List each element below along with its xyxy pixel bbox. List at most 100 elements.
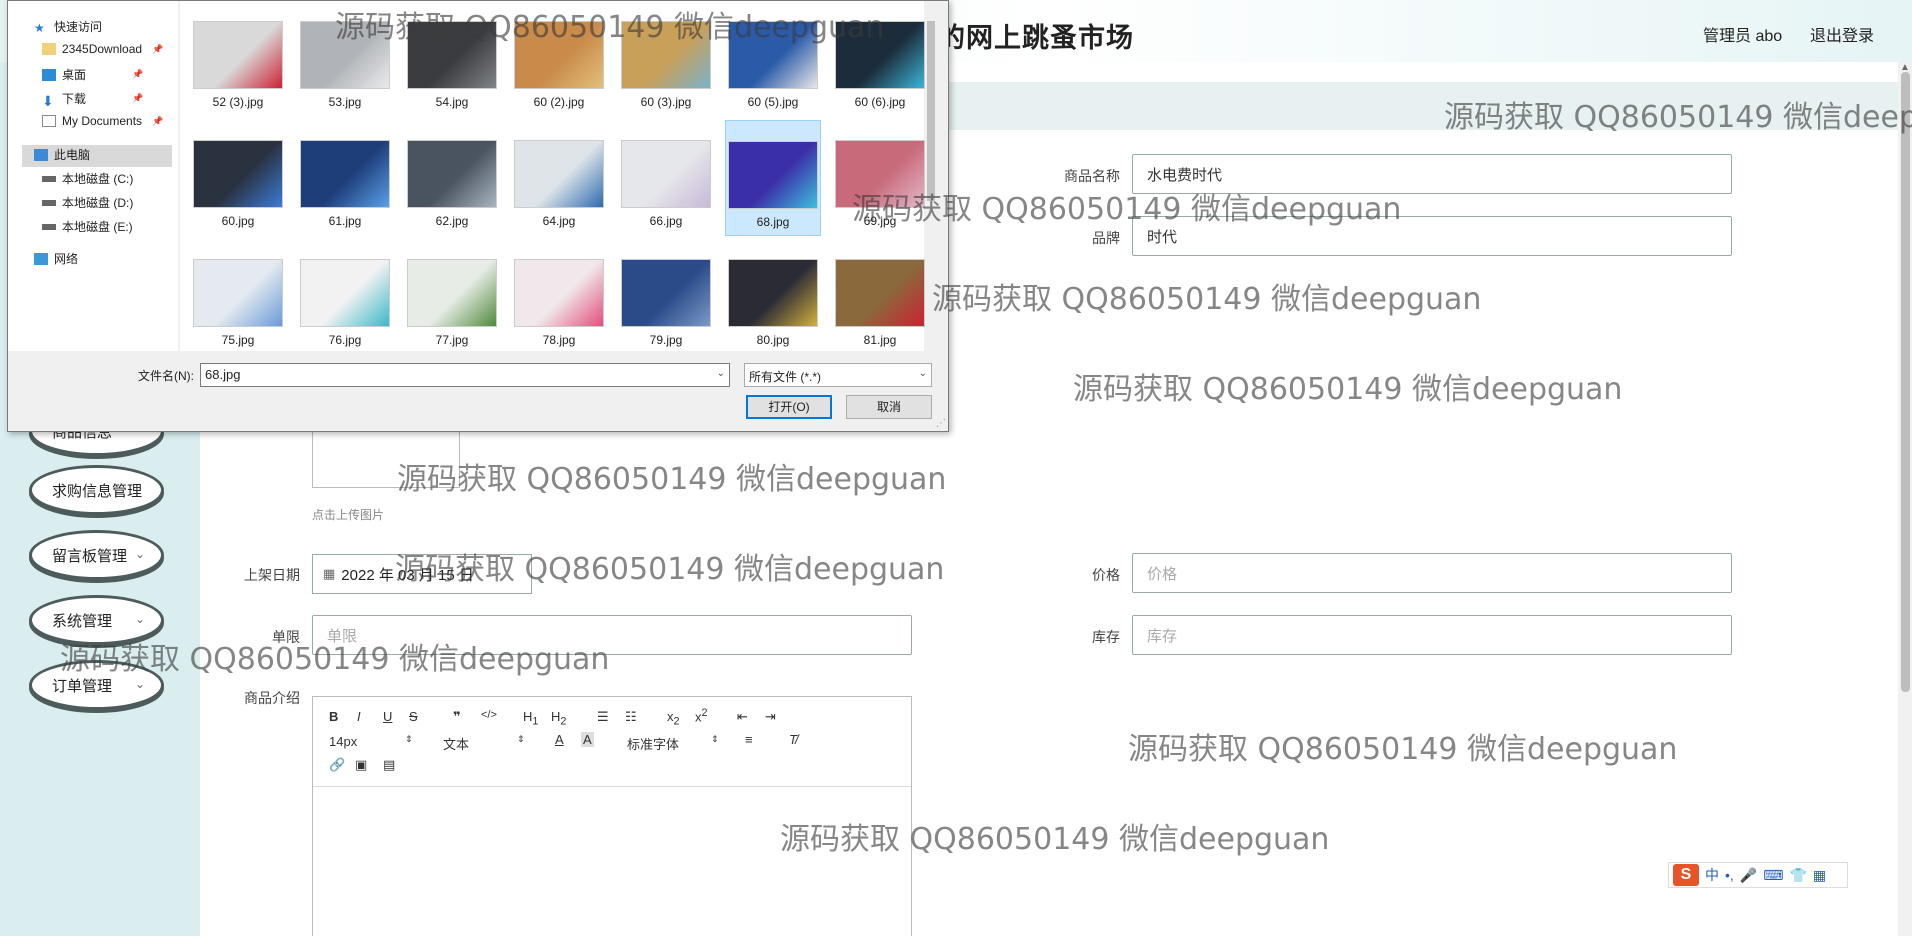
file-name: 62.jpg bbox=[435, 214, 469, 228]
ordered-list-icon[interactable]: ☰ bbox=[597, 709, 609, 725]
sidebar-item-system[interactable]: 系统管理 ⌄ bbox=[29, 595, 164, 645]
nav-quick-access[interactable]: ★ 快速访问 bbox=[34, 18, 102, 35]
filename-label: 文件名(N): bbox=[138, 369, 194, 383]
file-item[interactable]: 60 (5).jpg bbox=[725, 1, 821, 117]
brand-input[interactable]: 时代 bbox=[1132, 216, 1732, 256]
code-icon[interactable]: </> bbox=[481, 709, 497, 721]
bold-button[interactable]: B bbox=[329, 709, 338, 724]
chevron-down-icon[interactable]: ⌄ bbox=[717, 368, 725, 379]
link-icon[interactable]: 🔗 bbox=[329, 757, 345, 773]
brand-label: 品牌 bbox=[1092, 230, 1120, 246]
file-item[interactable]: 54.jpg bbox=[404, 1, 500, 117]
filename-input[interactable]: 68.jpg ⌄ bbox=[200, 363, 730, 387]
image-thumbnail bbox=[728, 259, 818, 327]
sidebar-item-purchase-requests[interactable]: 求购信息管理 bbox=[29, 465, 164, 515]
list-date-picker[interactable]: ▦ 2022 年 03 月 15 日 bbox=[312, 554, 532, 594]
nav-drive-d[interactable]: 本地磁盘 (D:) bbox=[42, 194, 133, 211]
microphone-icon[interactable]: 🎤 bbox=[1740, 867, 1757, 884]
file-item[interactable]: 80.jpg bbox=[725, 239, 821, 355]
image-thumbnail bbox=[621, 140, 711, 208]
indent-icon[interactable]: ⇥ bbox=[765, 709, 776, 725]
logout-link[interactable]: 退出登录 bbox=[1810, 22, 1874, 46]
file-item[interactable]: 75.jpg bbox=[190, 239, 286, 355]
nav-network[interactable]: 网络 bbox=[34, 250, 78, 267]
nav-my-documents[interactable]: My Documents 📌 bbox=[42, 114, 163, 128]
file-name: 79.jpg bbox=[649, 333, 683, 347]
outdent-icon[interactable]: ⇤ bbox=[737, 709, 748, 725]
sidebar-item-orders[interactable]: 订单管理 ⌄ bbox=[29, 660, 164, 710]
font-size-select[interactable]: 14px bbox=[329, 734, 357, 749]
nav-drive-e[interactable]: 本地磁盘 (E:) bbox=[42, 218, 133, 235]
image-thumbnail bbox=[407, 140, 497, 208]
nav-downloads[interactable]: ⬇ 下载 📌 bbox=[42, 90, 143, 109]
image-thumbnail bbox=[728, 141, 818, 209]
nav-2345download[interactable]: 2345Download 📌 bbox=[42, 42, 163, 56]
file-item[interactable]: 60 (2).jpg bbox=[511, 1, 607, 117]
price-input[interactable]: 价格 bbox=[1132, 553, 1732, 593]
file-item[interactable]: 78.jpg bbox=[511, 239, 607, 355]
file-item[interactable]: 64.jpg bbox=[511, 120, 607, 236]
file-list: 52 (3).jpg 53.jpg 54.jpg 60 (2).jpg 60 (3).j… bbox=[180, 1, 938, 351]
ime-mode[interactable]: 中 bbox=[1705, 865, 1719, 885]
limit-input[interactable]: 单限 bbox=[312, 615, 912, 655]
strike-button[interactable]: S bbox=[409, 709, 418, 724]
file-item[interactable]: 62.jpg bbox=[404, 120, 500, 236]
file-item[interactable]: 81.jpg bbox=[832, 239, 928, 355]
site-title: 的网上跳蚤市场 bbox=[938, 23, 1134, 53]
file-name: 52 (3).jpg bbox=[212, 95, 264, 109]
filetype-select[interactable]: 所有文件 (*.*) ⌄ bbox=[744, 363, 932, 387]
grid-icon[interactable]: ▦ bbox=[1813, 867, 1826, 884]
align-icon[interactable]: ≡ bbox=[745, 732, 753, 747]
ime-toolbar[interactable]: S 中 •, 🎤 ⌨ 👕 ▦ bbox=[1668, 862, 1848, 888]
nav-this-pc[interactable]: 此电脑 bbox=[34, 146, 90, 163]
ime-logo-icon: S bbox=[1673, 864, 1699, 886]
file-item[interactable]: 53.jpg bbox=[297, 1, 393, 117]
file-item[interactable]: 66.jpg bbox=[618, 120, 714, 236]
bg-color-icon[interactable]: A bbox=[581, 732, 594, 747]
nav-desktop[interactable]: 桌面 📌 bbox=[42, 66, 143, 83]
file-item[interactable]: 69.jpg bbox=[832, 120, 928, 236]
file-item[interactable]: 77.jpg bbox=[404, 239, 500, 355]
skin-icon[interactable]: 👕 bbox=[1789, 867, 1806, 884]
sidebar-item-message-board[interactable]: 留言板管理 ⌄ bbox=[29, 530, 164, 580]
quote-icon[interactable]: ❞ bbox=[453, 709, 461, 725]
nav-drive-c[interactable]: 本地磁盘 (C:) bbox=[42, 170, 133, 187]
clear-format-icon[interactable]: T̸ bbox=[789, 732, 797, 747]
file-name: 80.jpg bbox=[756, 333, 790, 347]
file-item[interactable]: 60 (6).jpg bbox=[832, 1, 928, 117]
image-thumbnail bbox=[193, 259, 283, 327]
text-color-icon[interactable]: A bbox=[555, 732, 564, 747]
scrollbar-thumb[interactable] bbox=[927, 21, 935, 201]
scrollbar-thumb[interactable] bbox=[1901, 72, 1910, 692]
file-item[interactable]: 68.jpg bbox=[725, 120, 821, 236]
image-icon[interactable]: ▣ bbox=[355, 757, 367, 773]
heading2-button[interactable]: H2 bbox=[551, 709, 566, 728]
file-item[interactable]: 61.jpg bbox=[297, 120, 393, 236]
price-label: 价格 bbox=[1092, 567, 1120, 583]
italic-button[interactable]: I bbox=[357, 709, 361, 724]
subscript-button[interactable]: x2 bbox=[667, 709, 680, 728]
product-name-input[interactable]: 水电费时代 bbox=[1132, 154, 1732, 194]
file-item[interactable]: 52 (3).jpg bbox=[190, 1, 286, 117]
file-item[interactable]: 79.jpg bbox=[618, 239, 714, 355]
video-icon[interactable]: ▤ bbox=[383, 757, 395, 773]
superscript-button[interactable]: x2 bbox=[695, 707, 708, 724]
underline-button[interactable]: U bbox=[383, 709, 392, 724]
file-item[interactable]: 60 (3).jpg bbox=[618, 1, 714, 117]
chevron-updown-icon: ⇕ bbox=[405, 734, 413, 744]
block-type-select[interactable]: 文本 bbox=[443, 734, 469, 753]
open-button[interactable]: 打开(O) bbox=[746, 395, 832, 419]
font-family-select[interactable]: 标准字体 bbox=[627, 734, 679, 753]
file-item[interactable]: 60.jpg bbox=[190, 120, 286, 236]
stock-input[interactable]: 库存 bbox=[1132, 615, 1732, 655]
page-scrollbar[interactable]: ▲ bbox=[1898, 62, 1912, 936]
file-item[interactable]: 76.jpg bbox=[297, 239, 393, 355]
rich-text-editor[interactable]: B I U S ❞ </> H1 H2 ☰ ☷ x2 x2 ⇤ ⇥ 14px ⇕… bbox=[312, 696, 912, 936]
punctuation-icon[interactable]: •, bbox=[1725, 867, 1734, 883]
heading1-button[interactable]: H1 bbox=[523, 709, 538, 728]
bullet-list-icon[interactable]: ☷ bbox=[625, 709, 637, 725]
resize-grip-icon[interactable]: ⋰ bbox=[936, 418, 946, 429]
product-name-label: 商品名称 bbox=[1064, 168, 1120, 184]
keyboard-icon[interactable]: ⌨ bbox=[1763, 867, 1783, 884]
cancel-button[interactable]: 取消 bbox=[846, 395, 932, 419]
